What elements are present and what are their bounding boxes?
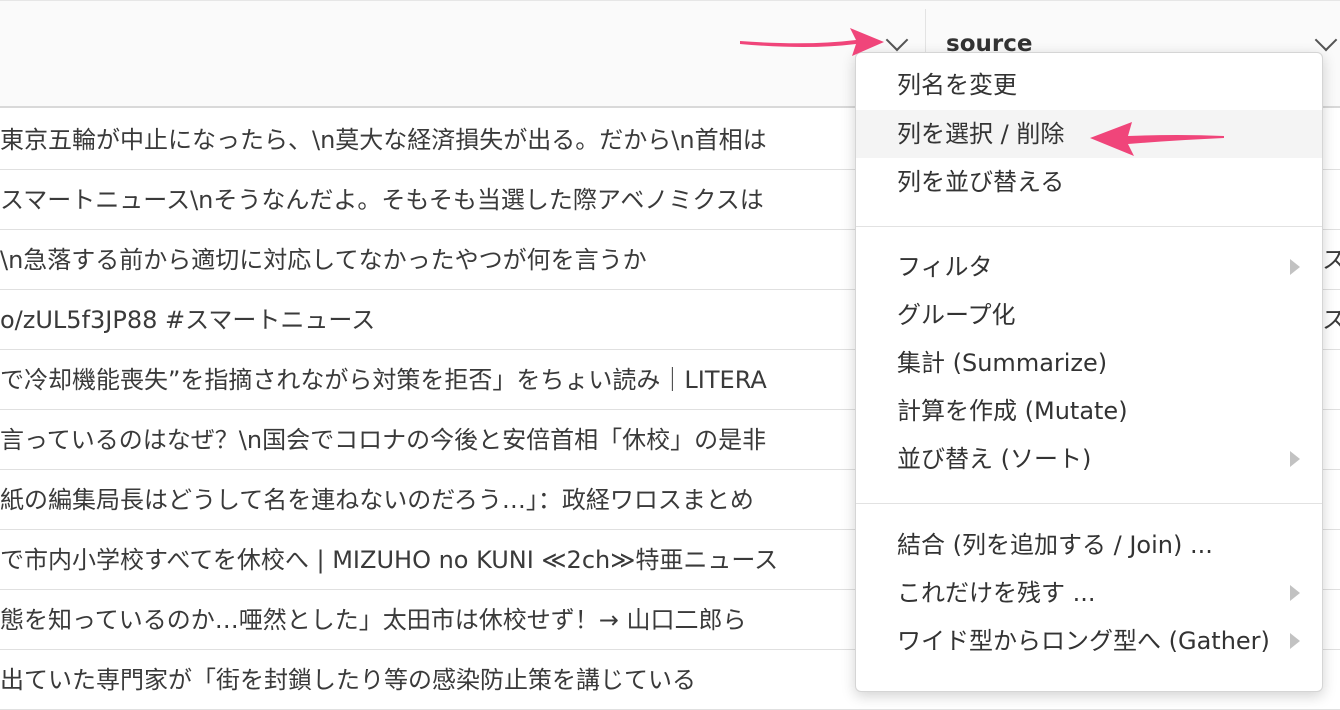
menu-divider [856, 503, 1322, 504]
table-cell-source: ス [1322, 290, 1340, 349]
menu-item-reorder[interactable]: 列を並び替える [856, 158, 1322, 206]
table-cell: 東京五輪が中止になったら、\n莫大な経済損失が出る。だから\n首相は [0, 126, 767, 154]
menu-item-gather[interactable]: ワイド型からロング型へ (Gather) [856, 617, 1322, 665]
menu-item-sort[interactable]: 並び替え (ソート) [856, 435, 1322, 483]
table-cell: で冷却機能喪失”を指摘されながら対策を拒否」をちょい読み｜LITERA [0, 366, 767, 394]
menu-item-keep-only[interactable]: これだけを残す ... [856, 569, 1322, 617]
chevron-down-icon[interactable] [885, 28, 909, 52]
table-cell: 紙の編集局長はどうして名を連ねないのだろう…」：政経ワロスまとめ [0, 486, 754, 514]
table-cell: スマートニュース\nそうなんだよ。そもそも当選した際アベノミクスは [0, 186, 764, 214]
caret-right-icon [1290, 451, 1300, 467]
menu-item-join[interactable]: 結合 (列を追加する / Join) ... [856, 521, 1322, 569]
annotation-arrow-icon [740, 28, 884, 56]
menu-item-label: フィルタ [897, 253, 993, 281]
table-cell: o/zUL5f3JP88 #スマートニュース [0, 306, 376, 334]
menu-item-label: ワイド型からロング型へ (Gather) [897, 627, 1270, 655]
annotation-arrow-icon [1090, 122, 1224, 156]
menu-divider [856, 226, 1322, 227]
chevron-down-icon[interactable] [1314, 28, 1338, 52]
table-cell: 出ていた専門家が「街を封鎖したり等の感染防止策を講じている [0, 666, 696, 694]
table-cell-source: ス [1322, 230, 1340, 289]
menu-item-rename[interactable]: 列名を変更 [856, 61, 1322, 109]
caret-right-icon [1290, 259, 1300, 275]
menu-item-mutate[interactable]: 計算を作成 (Mutate) [856, 387, 1322, 435]
caret-right-icon [1290, 633, 1300, 649]
menu-item-label: 並び替え (ソート) [897, 445, 1092, 473]
table-cell: で市内小学校すべてを休校へ | MIZUHO no KUNI ≪2ch≫特亜ニュ… [0, 546, 779, 574]
table-cell: \n急落する前から適切に対応してなかったやつが何を言うか [0, 246, 647, 274]
table-cell: 態を知っているのか…唖然とした」太田市は休校せず！→ 山口二郎ら [0, 606, 747, 634]
table-cell: 言っているのはなぜ？\n国会でコロナの今後と安倍首相「休校」の是非 [0, 426, 767, 454]
menu-item-summarize[interactable]: 集計 (Summarize) [856, 339, 1322, 387]
menu-item-group[interactable]: グループ化 [856, 291, 1322, 339]
menu-item-label: これだけを残す ... [897, 579, 1096, 607]
caret-right-icon [1290, 585, 1300, 601]
menu-item-filter[interactable]: フィルタ [856, 243, 1322, 291]
